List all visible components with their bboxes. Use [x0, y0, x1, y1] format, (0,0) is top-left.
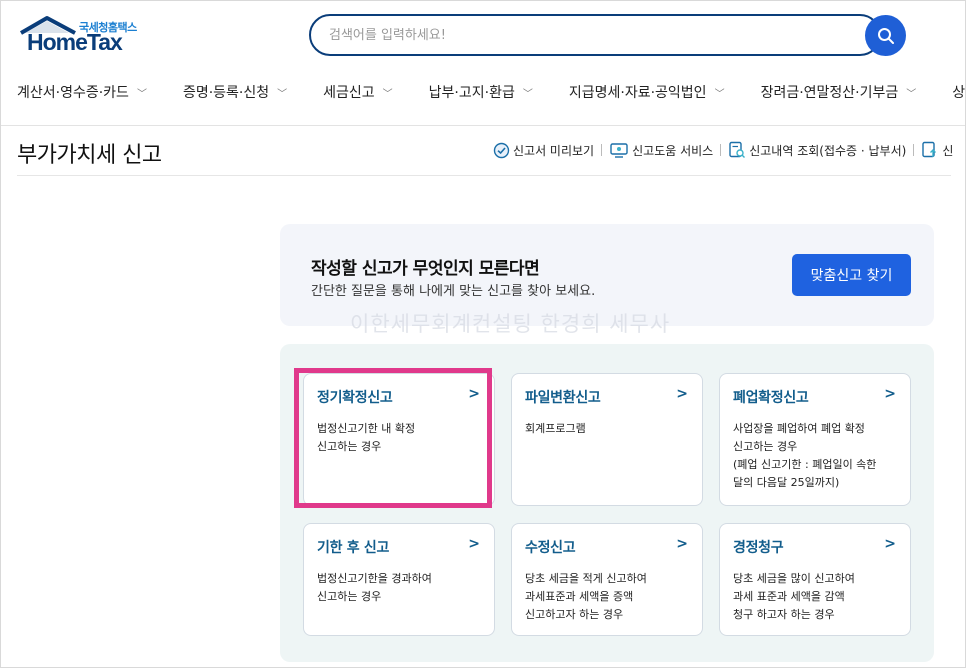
logo-text: HomeTax: [27, 29, 123, 55]
monitor-icon: [609, 142, 629, 159]
chevron-down-icon: ﹀: [382, 88, 393, 100]
card-closure-filing[interactable]: 폐업확정신고 > 사업장을 폐업하여 폐업 확정 신고하는 경우 (폐업 신고기…: [719, 373, 911, 506]
check-circle-icon: [493, 142, 510, 159]
card-file-conversion[interactable]: 파일변환신고 > 회계프로그램: [511, 373, 703, 506]
nav-label: 증명·등록·신청: [182, 85, 270, 101]
card-title: 수정신고: [525, 540, 576, 556]
quick-link-history[interactable]: 신고내역 조회(접수증 · 납부서): [728, 141, 921, 159]
page: 국세청홈택스 HomeTax 계산서·영수증·카드 ﹀ 증명·등록·신청 ﹀ 세금신…: [0, 0, 966, 668]
divider: [720, 144, 722, 156]
nav-label: 계산서·영수증·카드: [17, 85, 129, 101]
nav-label: 납부·고지·환급: [428, 85, 515, 101]
chevron-right-icon: >: [676, 536, 688, 552]
chevron-down-icon: ﹀: [906, 88, 917, 100]
banner-title: 작성할 신고가 무엇인지 모른다면: [311, 259, 540, 279]
card-late-filing[interactable]: 기한 후 신고 > 법정신고기한을 경과하여 신고하는 경우: [303, 523, 495, 636]
quick-link-label: 신: [942, 143, 954, 158]
search-icon: [877, 27, 894, 44]
chevron-down-icon: ﹀: [277, 88, 288, 100]
chevron-down-icon: ﹀: [714, 88, 725, 100]
card-title: 정기확정신고: [317, 390, 393, 406]
search-input[interactable]: [329, 27, 861, 43]
quick-link-label: 신고서 미리보기: [513, 143, 595, 158]
main-navigation: 계산서·영수증·카드 ﹀ 증명·등록·신청 ﹀ 세금신고 ﹀ 납부·고지·환급 ﹀ 지급…: [17, 81, 966, 103]
custom-filing-button[interactable]: 맞춤신고 찾기: [792, 254, 911, 296]
document-upload-icon: [921, 141, 939, 159]
card-title: 기한 후 신고: [317, 540, 390, 556]
nav-item-consult[interactable]: 상담·: [952, 81, 966, 103]
card-description: 당초 세금을 적게 신고하여 과세표준과 세액을 증액 신고하고자 하는 경우: [525, 572, 647, 621]
card-description: 법정신고기한 내 확정 신고하는 경우: [317, 422, 416, 453]
nav-item-certificate[interactable]: 증명·등록·신청 ﹀: [183, 81, 287, 103]
chevron-right-icon: >: [468, 536, 480, 552]
chevron-right-icon: >: [884, 386, 896, 402]
chevron-down-icon: ﹀: [136, 88, 147, 100]
banner-description: 간단한 질문을 통해 나에게 맞는 신고를 찾아 보세요.: [311, 284, 596, 299]
title-divider: [17, 175, 951, 176]
quick-link-more[interactable]: 신: [921, 141, 953, 159]
chevron-right-icon: >: [884, 536, 896, 552]
card-amended-filing[interactable]: 수정신고 > 당초 세금을 적게 신고하여 과세표준과 세액을 증액 신고하고자…: [511, 523, 703, 636]
card-title: 폐업확정신고: [733, 390, 809, 406]
nav-item-statement[interactable]: 지급명세·자료·공익법인 ﹀: [569, 81, 725, 103]
card-description: 회계프로그램: [525, 422, 586, 435]
quick-links: 신고서 미리보기 신고도움 서비스 신고내역 조회(접수증 · 납부서) 신: [493, 141, 953, 159]
search-button[interactable]: [865, 15, 906, 56]
card-title: 파일변환신고: [525, 390, 601, 406]
card-description: 당초 세금을 많이 신고하여 과세 표준과 세액을 감액 청구 하고자 하는 경…: [733, 572, 855, 621]
nav-label: 장려금·연말정산·기부금: [760, 85, 899, 101]
quick-link-help-service[interactable]: 신고도움 서비스: [609, 141, 728, 159]
card-description: 사업장을 폐업하여 폐업 확정 신고하는 경우 (폐업 신고기한 : 폐업일이 …: [733, 422, 877, 489]
nav-divider: [1, 125, 965, 126]
hometax-logo[interactable]: 국세청홈택스 HomeTax: [17, 15, 145, 59]
nav-label: 세금신고: [323, 85, 375, 101]
nav-item-invoice[interactable]: 계산서·영수증·카드 ﹀: [17, 81, 147, 103]
nav-item-payment[interactable]: 납부·고지·환급 ﹀: [429, 81, 533, 103]
nav-label: 상담·: [952, 85, 966, 101]
card-title: 경정청구: [733, 540, 784, 556]
document-search-icon: [728, 141, 746, 159]
nav-label: 지급명세·자료·공익법인: [568, 85, 707, 101]
divider: [913, 144, 915, 156]
nav-item-tax-filing[interactable]: 세금신고 ﹀: [323, 81, 393, 103]
card-correction-claim[interactable]: 경정청구 > 당초 세금을 많이 신고하여 과세 표준과 세액을 감액 청구 하…: [719, 523, 911, 636]
search-box: [309, 14, 881, 56]
chevron-down-icon: ﹀: [522, 88, 533, 100]
watermark-text: 이한세무회계컨설팅 한경희 세무사: [350, 312, 671, 336]
page-title: 부가가치세 신고: [17, 143, 162, 168]
quick-link-label: 신고내역 조회(접수증 · 납부서): [749, 143, 907, 158]
quick-link-preview[interactable]: 신고서 미리보기: [493, 141, 609, 159]
card-regular-filing[interactable]: 정기확정신고 > 법정신고기한 내 확정 신고하는 경우: [303, 373, 495, 506]
chevron-right-icon: >: [676, 386, 688, 402]
nav-item-incentive[interactable]: 장려금·연말정산·기부금 ﹀: [761, 81, 917, 103]
quick-link-label: 신고도움 서비스: [632, 143, 714, 158]
divider: [601, 144, 603, 156]
chevron-right-icon: >: [468, 386, 480, 402]
card-description: 법정신고기한을 경과하여 신고하는 경우: [317, 572, 432, 603]
